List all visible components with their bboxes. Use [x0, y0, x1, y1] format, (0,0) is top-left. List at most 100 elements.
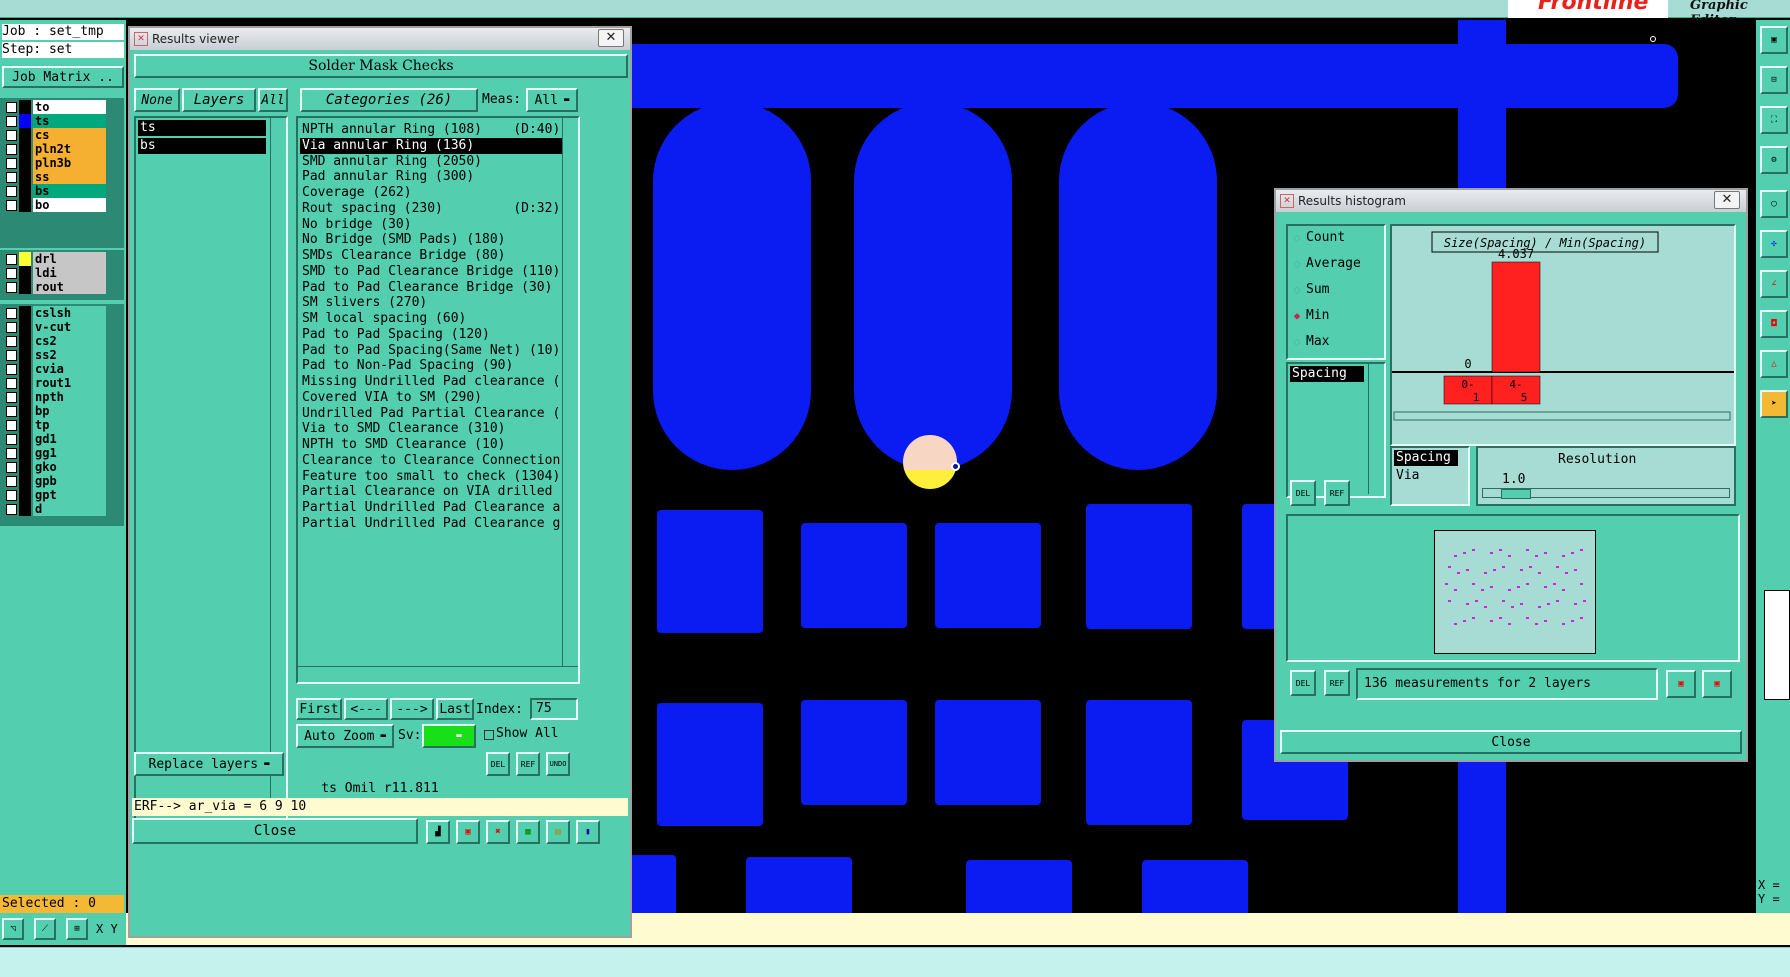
- category-item[interactable]: Pad to Non-Pad Spacing (90): [300, 358, 562, 374]
- category-item[interactable]: SM slivers (270): [300, 295, 562, 311]
- layer-checkbox[interactable]: [6, 448, 17, 459]
- layer-row[interactable]: gd1: [2, 432, 106, 446]
- sv-select[interactable]: ▬: [422, 724, 476, 748]
- layer-row[interactable]: bs: [2, 184, 106, 198]
- measure-list-2[interactable]: Spacing Via: [1390, 446, 1470, 506]
- layer-checkbox[interactable]: [6, 308, 17, 319]
- layer-checkbox[interactable]: [6, 350, 17, 361]
- layer-row[interactable]: ss: [2, 170, 106, 184]
- layer-checkbox[interactable]: [6, 378, 17, 389]
- layer-checkbox[interactable]: [6, 102, 17, 113]
- layer-row[interactable]: rout: [2, 280, 106, 294]
- prev-button[interactable]: <---: [344, 698, 388, 720]
- replace-layers-select[interactable]: Replace layers ▬: [134, 752, 284, 776]
- red-tool-icon[interactable]: ▣: [456, 820, 480, 844]
- layer-checkbox[interactable]: [6, 406, 17, 417]
- layer-checkbox[interactable]: [6, 504, 17, 515]
- layer-row[interactable]: npth: [2, 390, 106, 404]
- select-tool-icon[interactable]: ◹: [2, 918, 24, 940]
- close-icon[interactable]: ✕: [1714, 191, 1740, 209]
- category-item[interactable]: Pad to Pad Spacing (120): [300, 327, 562, 343]
- layer-checkbox[interactable]: [6, 186, 17, 197]
- layer-checkbox[interactable]: [6, 490, 17, 501]
- option-count[interactable]: ◆ Count: [1294, 230, 1345, 245]
- net-tool-icon[interactable]: ✣: [1760, 230, 1788, 258]
- layer-checkbox[interactable]: [6, 322, 17, 333]
- layer-row[interactable]: d: [2, 502, 106, 516]
- layer-select-list[interactable]: ts bs: [134, 116, 288, 830]
- clipboard-icon[interactable]: ▣: [1760, 26, 1788, 54]
- layer-checkbox[interactable]: [6, 336, 17, 347]
- category-item[interactable]: Missing Undrilled Pad clearance (: [300, 374, 562, 390]
- radio-icon[interactable]: ◆: [1294, 233, 1300, 244]
- category-item[interactable]: Pad to Pad Spacing(Same Net) (10): [300, 343, 562, 359]
- category-item[interactable]: Rout spacing (230) (D:32): [300, 201, 562, 217]
- category-list-hscrollbar[interactable]: [298, 666, 578, 682]
- green-tool-icon[interactable]: ▦: [516, 820, 540, 844]
- layer-checkbox[interactable]: [6, 200, 17, 211]
- layer-checkbox[interactable]: [6, 476, 17, 487]
- all-button[interactable]: All: [258, 88, 288, 112]
- pointer-tool-icon[interactable]: ➤: [1760, 390, 1788, 418]
- radio-icon[interactable]: ◆: [1294, 337, 1300, 348]
- refresh-icon[interactable]: REF: [1324, 480, 1350, 506]
- layer-row[interactable]: pln3b: [2, 156, 106, 170]
- category-item[interactable]: SMD annular Ring (2050): [300, 154, 562, 170]
- shape-tool-icon[interactable]: ◘: [1760, 310, 1788, 338]
- selected-layer-bs[interactable]: bs: [138, 138, 266, 154]
- category-item[interactable]: Clearance to Clearance Connection: [300, 453, 562, 469]
- layer-row[interactable]: gpt: [2, 488, 106, 502]
- fit-icon[interactable]: ⛶: [1760, 106, 1788, 134]
- show-all-checkbox[interactable]: [484, 730, 494, 740]
- measure-tool-icon[interactable]: ⟋: [34, 918, 56, 940]
- layer-checkbox[interactable]: [6, 144, 17, 155]
- refresh-icon[interactable]: REF: [516, 752, 540, 776]
- layers-button[interactable]: Layers: [182, 88, 256, 112]
- refresh-icon[interactable]: REF: [1324, 670, 1350, 696]
- delete-icon[interactable]: DEL: [486, 752, 510, 776]
- resolution-slider[interactable]: [1482, 488, 1730, 499]
- export-icon[interactable]: ▣: [1666, 670, 1696, 698]
- layer-list-scrollbar[interactable]: [270, 118, 286, 812]
- notes-icon[interactable]: ▤: [546, 820, 570, 844]
- category-item[interactable]: Via to SMD Clearance (310): [300, 421, 562, 437]
- layer-checkbox[interactable]: [6, 116, 17, 127]
- none-button[interactable]: None: [134, 88, 180, 112]
- measure-list-scrollbar[interactable]: [1368, 364, 1382, 494]
- radio-selected-icon[interactable]: ◆: [1294, 311, 1300, 322]
- layer-row[interactable]: tp: [2, 418, 106, 432]
- crossed-icon[interactable]: ✖: [486, 820, 510, 844]
- layer-row[interactable]: cvia: [2, 362, 106, 376]
- layer-checkbox[interactable]: [6, 434, 17, 445]
- category-item[interactable]: Pad to Pad Clearance Bridge (30): [300, 280, 562, 296]
- circle-tool-icon[interactable]: ◯: [1760, 190, 1788, 218]
- layer-row[interactable]: bo: [2, 198, 106, 212]
- category-item[interactable]: SM local spacing (60): [300, 311, 562, 327]
- categories-button[interactable]: Categories (26): [300, 88, 478, 112]
- layer-row[interactable]: rout1: [2, 376, 106, 390]
- category-item[interactable]: No Bridge (SMD Pads) (180): [300, 232, 562, 248]
- category-item[interactable]: No bridge (30): [300, 217, 562, 233]
- category-list[interactable]: NPTH annular Ring (108) (D:40) Via annula…: [296, 116, 580, 684]
- layer-row[interactable]: gg1: [2, 446, 106, 460]
- meas-select[interactable]: All ▬: [526, 88, 578, 112]
- layer-checkbox[interactable]: [6, 254, 17, 265]
- layer-checkbox[interactable]: [6, 282, 17, 293]
- measure2-item-via[interactable]: Via: [1394, 468, 1458, 484]
- layer-row[interactable]: gpb: [2, 474, 106, 488]
- category-item[interactable]: Partial Clearance on VIA drilled: [300, 484, 562, 500]
- delete-icon[interactable]: DEL: [1290, 480, 1316, 506]
- first-button[interactable]: First: [296, 698, 342, 720]
- category-item[interactable]: SMDs Clearance Bridge (80): [300, 248, 562, 264]
- category-item[interactable]: NPTH annular Ring (108) (D:40): [300, 122, 562, 138]
- layer-row[interactable]: ts: [2, 114, 106, 128]
- category-list-scrollbar[interactable]: [562, 118, 578, 666]
- category-item[interactable]: Feature too small to check (1304): [300, 469, 562, 485]
- auto-zoom-select[interactable]: Auto Zoom ▬: [296, 724, 394, 748]
- category-item[interactable]: Undrilled Pad Partial Clearance (: [300, 406, 562, 422]
- histogram-close-button[interactable]: Close: [1280, 730, 1742, 754]
- option-min[interactable]: ◆ Min: [1294, 308, 1330, 323]
- layer-checkbox[interactable]: [6, 130, 17, 141]
- layer-checkbox[interactable]: [6, 420, 17, 431]
- layer-checkbox[interactable]: [6, 268, 17, 279]
